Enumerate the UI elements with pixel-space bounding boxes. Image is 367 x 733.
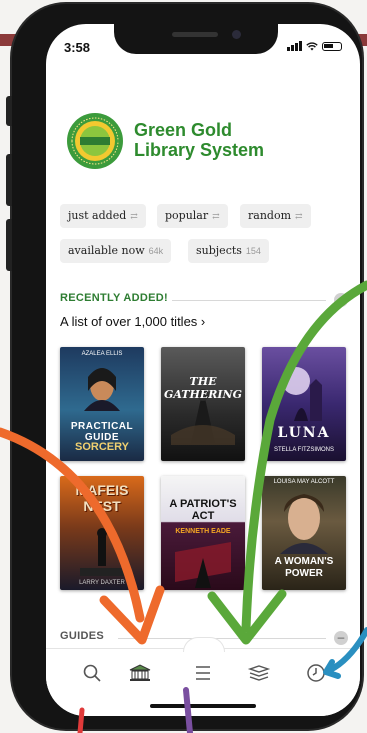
chip-subjects[interactable]: subjects 154: [188, 239, 269, 263]
recent-section-title: RECENTLY ADDED!: [60, 292, 168, 304]
divider: [118, 638, 326, 639]
search-icon: [83, 664, 101, 682]
history-tab[interactable]: [302, 659, 330, 687]
brand-name-line1: Green Gold: [134, 120, 233, 140]
shuffle-icon: ⇄: [212, 212, 220, 222]
chip-random[interactable]: random ⇄: [240, 204, 311, 228]
books-tab[interactable]: [245, 659, 273, 687]
home-indicator: [150, 704, 256, 708]
recent-section-header: RECENTLY ADDED! –: [60, 292, 348, 308]
search-tab[interactable]: [78, 659, 106, 687]
books-stack-icon: [247, 665, 271, 681]
moon-castle-illustration: [282, 367, 322, 421]
library-icon: [129, 664, 151, 681]
recent-list-link[interactable]: A list of over 1,000 titles ›: [60, 314, 205, 329]
mute-switch: [6, 96, 12, 126]
wifi-icon: [306, 41, 318, 50]
library-tab[interactable]: [126, 659, 154, 687]
speaker: [172, 32, 218, 37]
chevron-right-icon: ›: [200, 314, 206, 329]
book-cover[interactable]: A PATRIOT'S ACT KENNETH EADE: [161, 476, 245, 590]
portrait-illustration: [84, 368, 120, 411]
book-cover[interactable]: LOUISA MAY ALCOTT A WOMAN'S POWER: [262, 476, 346, 590]
book-cover[interactable]: THE GATHERING: [161, 347, 245, 461]
chip-available-now[interactable]: available now 64k: [60, 239, 172, 263]
chip-just-added[interactable]: just added ⇄: [60, 204, 146, 228]
bottom-tab-bar: [46, 637, 360, 716]
brand-name: Green Gold Library System: [134, 120, 334, 160]
phone-frame: 3:58 Green Gold Library System just adde…: [6, 4, 362, 729]
chip-popular[interactable]: popular ⇄: [157, 204, 228, 228]
brand-name-line2: Library System: [134, 140, 265, 160]
guides-section-title: GUIDES: [60, 630, 104, 642]
phone-notch: [114, 24, 278, 54]
library-logo: [67, 113, 123, 169]
book-cover[interactable]: LUNA STELLA FITZSIMONS: [262, 347, 346, 461]
menu-icon: [196, 666, 210, 680]
silhouette-illustration: [80, 528, 124, 576]
status-icons: [287, 41, 342, 51]
app-screen: 3:58 Green Gold Library System just adde…: [46, 24, 360, 716]
status-time: 3:58: [64, 40, 91, 55]
collapse-icon[interactable]: –: [334, 631, 348, 645]
shuffle-icon: ⇄: [295, 212, 303, 222]
volume-down-button: [6, 219, 12, 271]
shuffle-icon: ⇄: [130, 212, 138, 222]
collapse-icon[interactable]: –: [334, 293, 348, 307]
book-cover[interactable]: AZALEA ELLIS PRACTICAL GUIDE SORCERY: [60, 347, 144, 461]
menu-tab-bump: [183, 637, 225, 652]
book-cover[interactable]: MAFEIS NEST LARRY DAXTER: [60, 476, 144, 590]
clock-icon: [307, 664, 325, 682]
portrait-illustration: [280, 494, 328, 554]
camera: [232, 30, 241, 39]
signal-icon: [287, 41, 302, 51]
battery-icon: [322, 41, 342, 51]
menu-tab[interactable]: [189, 659, 217, 687]
divider: [172, 300, 326, 301]
volume-up-button: [6, 154, 12, 206]
flag-illustration: [175, 542, 231, 588]
